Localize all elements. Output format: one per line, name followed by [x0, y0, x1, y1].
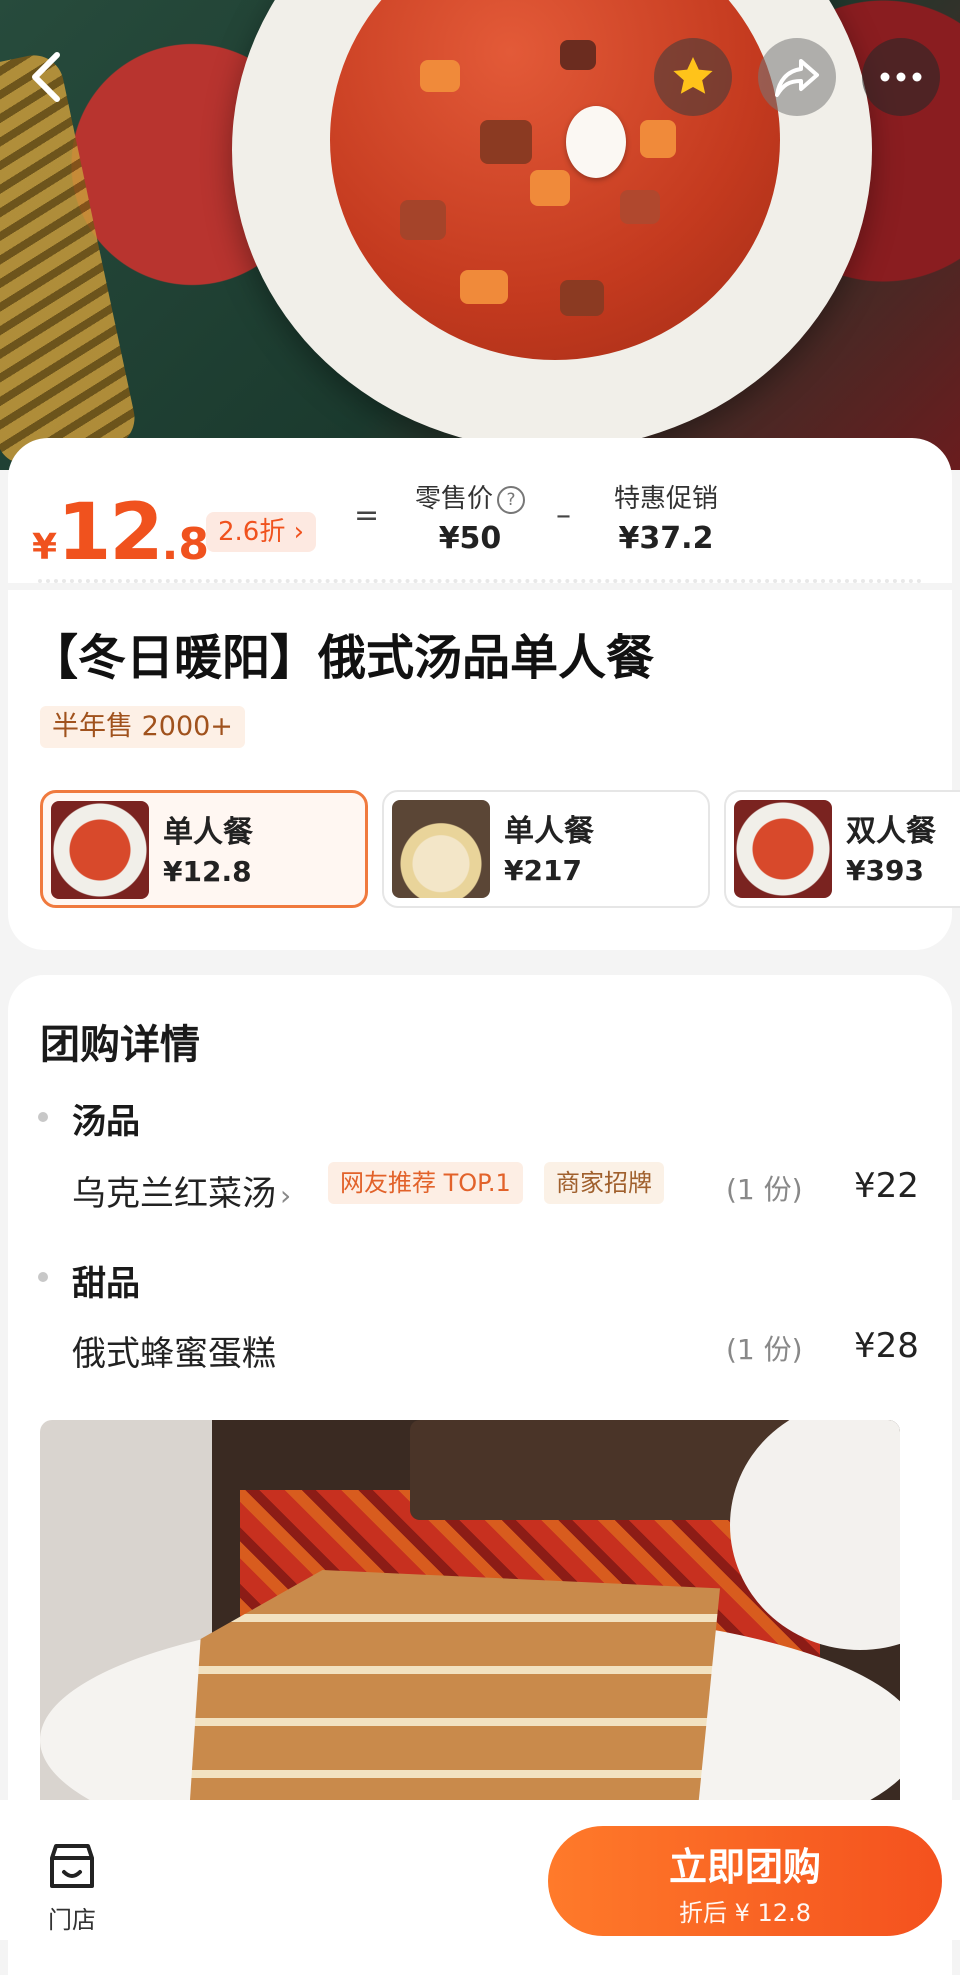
hero-image: [0, 0, 960, 470]
price-integer: 12: [57, 488, 164, 578]
recommend-tag: 网友推荐 TOP.1: [328, 1162, 523, 1204]
option-name: 双人餐: [846, 814, 936, 849]
option-name: 单人餐: [163, 815, 253, 850]
store-icon: [50, 1844, 94, 1888]
discount-label: 2.6折: [218, 517, 286, 547]
bullet: [38, 1112, 48, 1122]
buy-label: 立即团购: [668, 1845, 821, 1889]
category-title: 汤品: [72, 1102, 140, 1142]
sales-badge: 半年售 2000+: [40, 706, 245, 748]
price-decimal: .8: [161, 519, 209, 570]
soup-vegetable: [530, 170, 570, 206]
option-thumbnail: [392, 800, 490, 898]
option-thumbnail: [51, 801, 149, 899]
soup-vegetable: [640, 120, 676, 158]
buy-now-button[interactable]: 立即团购 折后 ¥ 12.8: [548, 1826, 942, 1936]
share-icon: [775, 59, 819, 97]
favorite-button[interactable]: [654, 38, 732, 116]
retail-price: 零售价? ¥50: [410, 478, 530, 556]
soup-vegetable: [460, 270, 508, 304]
soup-vegetable: [420, 60, 460, 92]
currency-symbol: ¥: [32, 527, 58, 568]
item-name: 俄式蜂蜜蛋糕: [72, 1334, 276, 1374]
item-name: 乌克兰红菜汤: [72, 1174, 276, 1214]
option-card[interactable]: 双人餐 ¥393: [724, 790, 960, 908]
bullet: [38, 1272, 48, 1282]
soup-meat: [400, 200, 446, 240]
frame-decoration: [0, 49, 141, 470]
chevron-right-icon: ›: [280, 1179, 292, 1212]
soup-meat: [620, 190, 660, 224]
cake-photo: [40, 1420, 900, 1800]
soup-meat: [480, 120, 532, 164]
item-quantity: (1 份): [726, 1173, 803, 1206]
retail-label: 零售价: [414, 484, 493, 514]
option-thumbnail: [734, 800, 832, 898]
soup-meat: [560, 280, 604, 316]
promo-value: ¥37.2: [618, 521, 714, 556]
item-price: ¥22: [854, 1166, 919, 1206]
divider: [38, 579, 922, 583]
item-quantity: (1 份): [726, 1333, 803, 1366]
item-price: ¥28: [854, 1326, 919, 1366]
share-button[interactable]: [758, 38, 836, 116]
equals-sign: =: [354, 498, 380, 533]
current-price: ¥12.8: [32, 488, 209, 578]
option-price: ¥12.8: [163, 855, 252, 888]
star-icon: [673, 57, 713, 94]
sour-cream: [566, 106, 626, 178]
soup-meat: [560, 40, 596, 70]
help-icon[interactable]: ?: [497, 485, 525, 514]
option-card[interactable]: 单人餐 ¥217: [382, 790, 710, 908]
discount-badge[interactable]: 2.6折 ›: [206, 512, 317, 552]
option-price: ¥217: [504, 854, 582, 887]
retail-value: ¥50: [438, 521, 502, 556]
minus-sign: –: [556, 498, 571, 533]
back-button[interactable]: [8, 38, 86, 116]
honey-cake: [190, 1570, 720, 1800]
buy-sublabel: 折后 ¥ 12.8: [679, 1899, 811, 1927]
option-price: ¥393: [846, 854, 924, 887]
category-title: 甜品: [72, 1264, 140, 1304]
option-name: 单人餐: [504, 814, 594, 849]
option-card[interactable]: 单人餐 ¥12.8: [40, 790, 368, 908]
promo-label: 特惠促销: [613, 484, 718, 514]
chevron-left-icon: [32, 52, 60, 102]
details-title: 团购详情: [40, 1022, 200, 1068]
store-button[interactable]: 门店: [36, 1842, 108, 1934]
more-dots-icon: [880, 72, 922, 82]
store-label: 门店: [48, 1906, 96, 1934]
item-name-link[interactable]: 乌克兰红菜汤 ›: [72, 1166, 291, 1215]
deal-title: 【冬日暖阳】俄式汤品单人餐: [30, 630, 655, 686]
promo-price: 特惠促销 ¥37.2: [606, 478, 726, 556]
signature-tag: 商家招牌: [544, 1162, 664, 1204]
chevron-right-icon: ›: [293, 517, 305, 547]
more-button[interactable]: [862, 38, 940, 116]
